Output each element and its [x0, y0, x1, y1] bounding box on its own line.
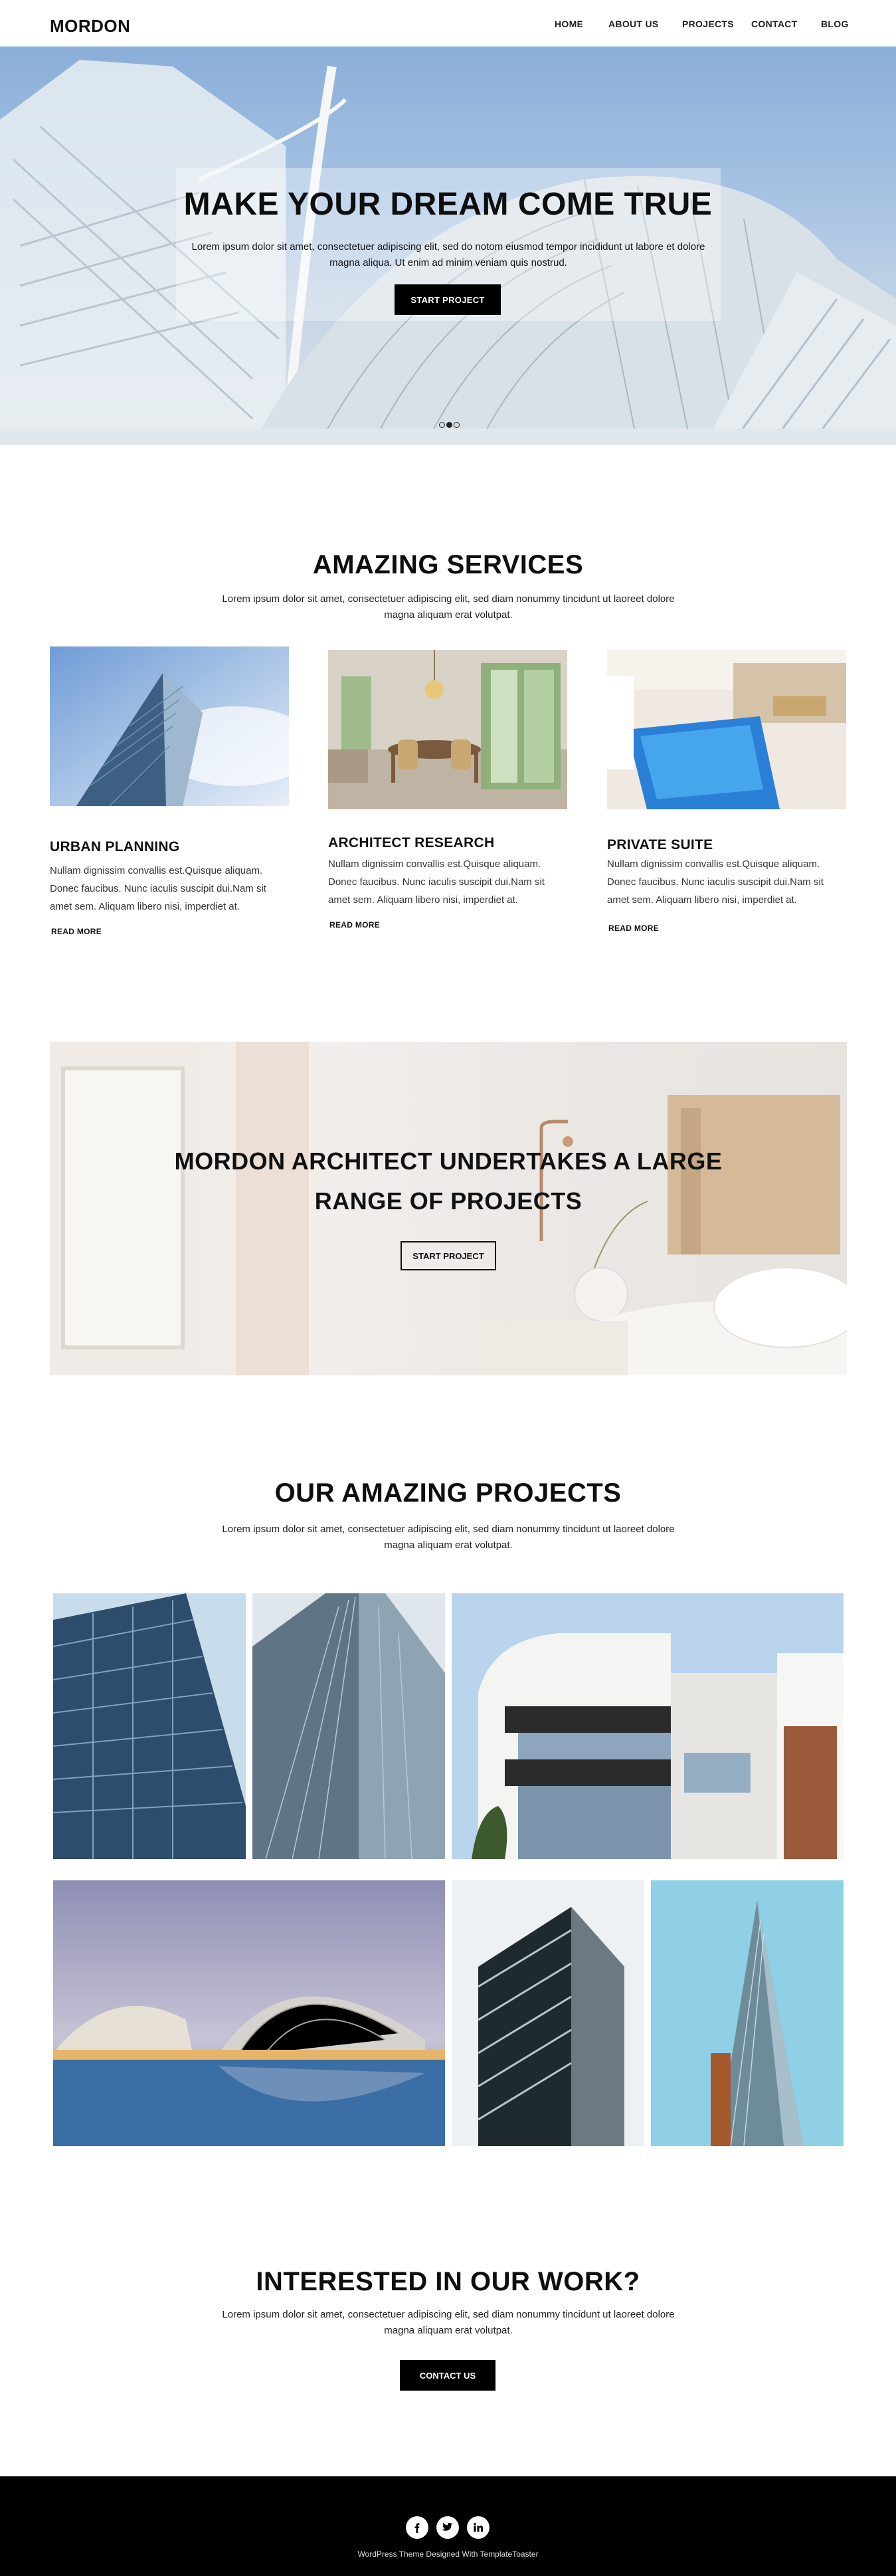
service-title-urban-planning: URBAN PLANNING [50, 839, 180, 854]
projects-subtitle: Lorem ipsum dolor sit amet, consectetuer… [222, 1524, 675, 1551]
service-image-urban-planning [50, 646, 289, 806]
service-text-urban-planning: Nullam dignissim convallis est.Quisque a… [50, 865, 266, 912]
hero-start-project-button[interactable]: START PROJECT [395, 284, 501, 315]
project-image-1[interactable] [53, 1593, 246, 1859]
slider-dot-1[interactable] [439, 422, 445, 428]
cta-subtitle: Lorem ipsum dolor sit amet, consectetuer… [222, 2309, 675, 2336]
service-text-architect-research: Nullam dignissim convallis est.Quisque a… [328, 858, 545, 906]
nav-home[interactable]: HOME [555, 19, 583, 29]
service-read-more-private-suite[interactable]: READ MORE [608, 924, 659, 933]
twitter-icon[interactable] [436, 2516, 459, 2539]
nav-contact[interactable]: CONTACT [751, 19, 798, 29]
facebook-icon[interactable] [406, 2516, 428, 2539]
slider-dot-3[interactable] [454, 422, 460, 428]
slider-dot-2[interactable] [446, 422, 452, 428]
service-title-private-suite: PRIVATE SUITE [607, 837, 713, 852]
service-title-architect-research: ARCHITECT RESEARCH [328, 835, 495, 850]
hero-subtitle: Lorem ipsum dolor sit amet, consectetuer… [191, 241, 705, 268]
site-footer: WordPress Theme Designed With TemplateTo… [0, 2476, 896, 2576]
banner-title: MORDON ARCHITECT UNDERTAKES A LARGE RANG… [50, 1141, 847, 1221]
project-image-2[interactable] [252, 1593, 445, 1859]
service-read-more-urban-planning[interactable]: READ MORE [51, 927, 102, 936]
project-image-4[interactable] [53, 1880, 445, 2146]
footer-credit: WordPress Theme Designed With TemplateTo… [357, 2549, 539, 2559]
site-logo[interactable]: MORDON [50, 16, 130, 37]
banner-title-line-1: MORDON ARCHITECT UNDERTAKES A LARGE [174, 1147, 723, 1175]
contact-us-button[interactable]: CONTACT US [400, 2360, 495, 2391]
service-read-more-architect-research[interactable]: READ MORE [329, 920, 380, 930]
site-header: MORDON HOME ABOUT US PROJECTS CONTACT BL… [0, 0, 896, 47]
service-image-private-suite [607, 650, 846, 809]
hero-title: MAKE YOUR DREAM COME TRUE [183, 187, 713, 222]
project-image-5[interactable] [452, 1880, 644, 2146]
project-image-6[interactable] [651, 1880, 844, 2146]
nav-projects[interactable]: PROJECTS [682, 19, 734, 29]
services-title: AMAZING SERVICES [312, 550, 584, 579]
cta-title: INTERESTED IN OUR WORK? [256, 2267, 640, 2296]
project-image-3[interactable] [452, 1593, 844, 1859]
nav-about-us[interactable]: ABOUT US [608, 19, 659, 29]
nav-blog[interactable]: BLOG [821, 19, 849, 29]
service-image-architect-research [328, 650, 567, 809]
banner-title-line-2: RANGE OF PROJECTS [314, 1187, 582, 1215]
projects-title: OUR AMAZING PROJECTS [274, 1478, 622, 1508]
banner-start-project-button[interactable]: START PROJECT [401, 1241, 496, 1270]
hero-slider: MAKE YOUR DREAM COME TRUE Lorem ipsum do… [0, 47, 896, 445]
services-subtitle: Lorem ipsum dolor sit amet, consectetuer… [222, 593, 675, 621]
linkedin-icon[interactable] [467, 2516, 490, 2539]
service-text-private-suite: Nullam dignissim convallis est.Quisque a… [607, 858, 824, 906]
projects-banner: MORDON ARCHITECT UNDERTAKES A LARGE RANG… [50, 1042, 847, 1375]
